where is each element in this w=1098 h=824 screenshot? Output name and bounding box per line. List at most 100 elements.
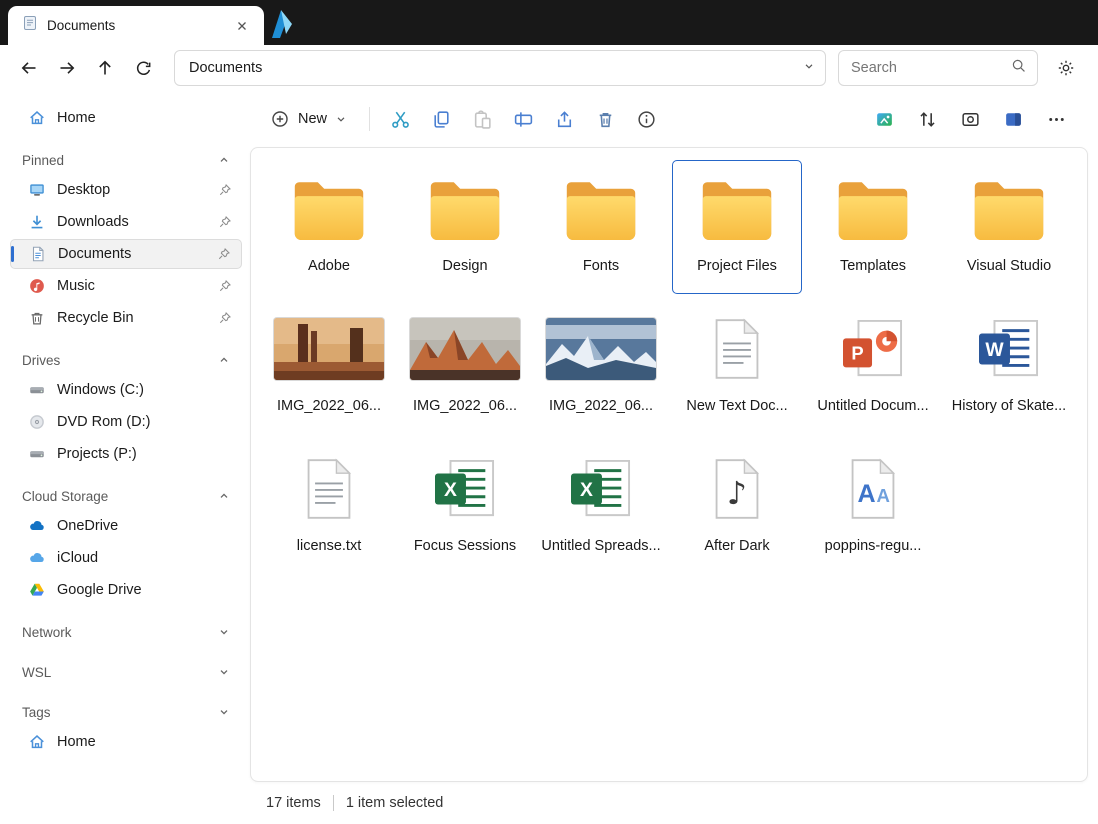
new-button[interactable]: New	[260, 101, 357, 137]
file-item-focus-sessions[interactable]: XFocus Sessions	[400, 440, 530, 574]
sidebar-item-google-drive[interactable]: Google Drive	[10, 575, 242, 605]
file-label: Visual Studio	[967, 258, 1051, 274]
pin-icon	[218, 279, 232, 293]
sidebar-section-network[interactable]: Network	[10, 619, 242, 645]
file-item-license-txt[interactable]: license.txt	[264, 440, 394, 574]
sort-button[interactable]	[909, 101, 945, 137]
sidebar-item-label: Documents	[58, 246, 131, 262]
file-item-adobe[interactable]: Adobe	[264, 160, 394, 294]
toolbar-divider	[369, 107, 370, 131]
sidebar-item-desktop[interactable]: Desktop	[10, 175, 242, 205]
sidebar-item-onedrive[interactable]: OneDrive	[10, 511, 242, 541]
search-box[interactable]	[838, 50, 1038, 86]
file-item-history-of-skate[interactable]: WHistory of Skate...	[944, 300, 1074, 434]
view-layout-button[interactable]	[866, 101, 902, 137]
sidebar-section-tags[interactable]: Tags	[10, 699, 242, 725]
file-item-new-text-doc[interactable]: New Text Doc...	[672, 300, 802, 434]
forward-button[interactable]	[50, 51, 84, 85]
info-button[interactable]	[628, 101, 664, 137]
sidebar-item-home[interactable]: Home	[10, 103, 242, 133]
onedrive-icon	[28, 517, 46, 535]
file-item-untitled-docum[interactable]: PUntitled Docum...	[808, 300, 938, 434]
sidebar-item-dvd-rom-d[interactable]: DVD Rom (D:)	[10, 407, 242, 437]
sidebar-item-label: OneDrive	[57, 518, 118, 534]
dvd-icon	[28, 413, 46, 431]
title-bar: Documents	[0, 0, 1098, 45]
sidebar-item-projects-p[interactable]: Projects (P:)	[10, 439, 242, 469]
file-item-img-2022-06[interactable]: IMG_2022_06...	[264, 300, 394, 434]
fontfile-icon: AA	[847, 447, 899, 531]
rename-icon	[513, 109, 534, 130]
files-app-logo-icon	[266, 8, 296, 40]
sidebar-item-music[interactable]: Music	[10, 271, 242, 301]
preview-button[interactable]	[952, 101, 988, 137]
file-label: license.txt	[297, 538, 361, 554]
chevron-down-icon[interactable]	[803, 60, 815, 76]
folder-icon	[834, 167, 912, 251]
sidebar-item-label: Desktop	[57, 182, 110, 198]
file-item-after-dark[interactable]: ♪After Dark	[672, 440, 802, 574]
file-label: Untitled Docum...	[817, 398, 928, 414]
copy-icon	[431, 109, 452, 130]
address-bar[interactable]: Documents	[174, 50, 826, 86]
file-item-templates[interactable]: Templates	[808, 160, 938, 294]
close-tab-button[interactable]	[230, 14, 254, 38]
sidebar-item-label: Windows (C:)	[57, 382, 144, 398]
file-label: poppins-regu...	[825, 538, 922, 554]
chevron-down-icon	[218, 626, 230, 638]
explorer-tab[interactable]: Documents	[8, 6, 264, 45]
svg-text:♪: ♪	[727, 476, 747, 512]
file-item-project-files[interactable]: Project Files	[672, 160, 802, 294]
file-item-fonts[interactable]: Fonts	[536, 160, 666, 294]
refresh-button[interactable]	[126, 51, 160, 85]
sidebar-item-recycle-bin[interactable]: Recycle Bin	[10, 303, 242, 333]
file-item-design[interactable]: Design	[400, 160, 530, 294]
desktop-icon	[28, 181, 46, 199]
section-label: Pinned	[22, 153, 64, 168]
section-label: Network	[22, 625, 72, 640]
details-pane-button[interactable]	[995, 101, 1031, 137]
textdoc-icon	[711, 307, 763, 391]
sidebar-item-downloads[interactable]: Downloads	[10, 207, 242, 237]
file-item-visual-studio[interactable]: Visual Studio	[944, 160, 1074, 294]
more-button[interactable]	[1038, 101, 1074, 137]
sidebar-item-home[interactable]: Home	[10, 727, 242, 757]
sidebar-section-drives[interactable]: Drives	[10, 347, 242, 373]
photo-sunset-icon	[410, 307, 520, 391]
sidebar-section-wsl[interactable]: WSL	[10, 659, 242, 685]
cut-button[interactable]	[382, 101, 418, 137]
paste-button[interactable]	[464, 101, 500, 137]
refresh-icon	[134, 59, 153, 78]
drive-icon	[28, 445, 46, 463]
file-label: IMG_2022_06...	[413, 398, 517, 414]
word-icon: W	[977, 307, 1041, 391]
file-item-poppins-regu[interactable]: AA poppins-regu...	[808, 440, 938, 574]
file-item-img-2022-06[interactable]: IMG_2022_06...	[536, 300, 666, 434]
items-count: 17 items	[266, 795, 321, 811]
main-pane: New Adobe Design FontsProject FilesTemplat…	[250, 91, 1098, 824]
sidebar-list: Home Pinned Desktop Downloads Documents Music…	[10, 103, 242, 757]
sort-icon	[917, 109, 938, 130]
rename-button[interactable]	[505, 101, 541, 137]
sidebar-item-documents[interactable]: Documents	[10, 239, 242, 269]
sidebar-section-cloud-storage[interactable]: Cloud Storage	[10, 483, 242, 509]
sidebar-item-windows-c[interactable]: Windows (C:)	[10, 375, 242, 405]
search-input[interactable]	[851, 60, 991, 76]
back-button[interactable]	[12, 51, 46, 85]
sidebar-section-pinned[interactable]: Pinned	[10, 147, 242, 173]
details-pane-icon	[1003, 109, 1024, 130]
file-label: Design	[442, 258, 487, 274]
file-item-img-2022-06[interactable]: IMG_2022_06...	[400, 300, 530, 434]
share-button[interactable]	[546, 101, 582, 137]
tab-title: Documents	[47, 18, 115, 33]
delete-button[interactable]	[587, 101, 623, 137]
up-button[interactable]	[88, 51, 122, 85]
settings-button[interactable]	[1048, 51, 1084, 85]
copy-button[interactable]	[423, 101, 459, 137]
file-label: Focus Sessions	[414, 538, 516, 554]
recycle-icon	[28, 309, 46, 327]
sidebar-item-icloud[interactable]: iCloud	[10, 543, 242, 573]
plus-circle-icon	[270, 109, 290, 129]
commandbar-left-icons	[382, 101, 664, 137]
file-item-untitled-spreads[interactable]: XUntitled Spreads...	[536, 440, 666, 574]
